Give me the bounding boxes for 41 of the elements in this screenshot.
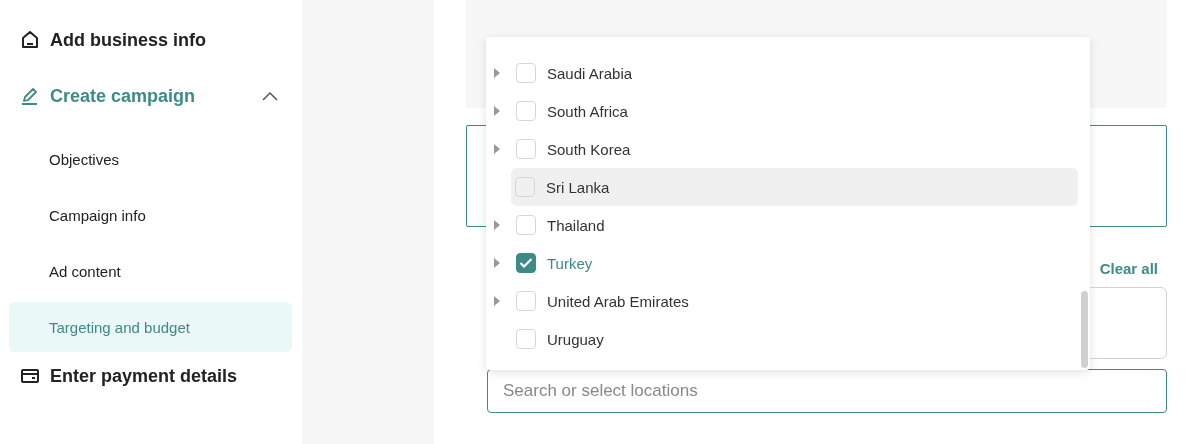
- section-label: Enter payment details: [50, 365, 239, 387]
- sidebar-item[interactable]: Campaign info: [9, 190, 292, 240]
- location-option[interactable]: United Arab Emirates: [490, 282, 1078, 320]
- location-option[interactable]: Saudi Arabia: [490, 54, 1078, 92]
- option-label: Sri Lanka: [546, 178, 610, 196]
- option-label: South Korea: [547, 140, 631, 158]
- sidebar-item[interactable]: Ad content: [9, 246, 292, 296]
- option-label: South Africa: [547, 102, 628, 120]
- option-label: Thailand: [547, 216, 605, 234]
- sidebar-section[interactable]: Create campaign: [9, 76, 292, 116]
- home-icon: [20, 30, 40, 50]
- pencil-icon: [20, 86, 40, 106]
- location-option[interactable]: South Korea: [490, 130, 1078, 168]
- option-label: Turkey: [547, 254, 593, 272]
- check-icon: [519, 257, 533, 269]
- scrollbar[interactable]: [1081, 291, 1088, 368]
- section-label: Create campaign: [50, 85, 197, 107]
- chevron-up-icon: [262, 91, 278, 101]
- option-label: United Arab Emirates: [547, 292, 689, 310]
- location-option[interactable]: South Africa: [490, 92, 1078, 130]
- option-label: Saudi Arabia: [547, 64, 633, 82]
- location-option[interactable]: Turkey: [490, 244, 1078, 282]
- sidebar-section[interactable]: Enter payment details: [9, 356, 292, 396]
- clear-all-link[interactable]: Clear all: [1099, 260, 1158, 277]
- card-icon: [20, 366, 40, 386]
- expand-caret-icon[interactable]: [493, 220, 501, 230]
- sidebar-item[interactable]: Objectives: [9, 134, 292, 184]
- location-option[interactable]: Thailand: [490, 206, 1078, 244]
- location-option[interactable]: Uruguay: [490, 320, 1078, 358]
- expand-caret-icon[interactable]: [493, 68, 501, 78]
- expand-caret-icon[interactable]: [493, 296, 501, 306]
- search-field[interactable]: Search or select locations: [487, 369, 1167, 413]
- section-label: Add business info: [50, 29, 207, 51]
- sidebar-item[interactable]: Targeting and budget: [9, 302, 292, 352]
- option-label: Uruguay: [547, 330, 604, 348]
- location-option[interactable]: Sri Lanka: [511, 168, 1078, 206]
- expand-caret-icon[interactable]: [493, 144, 501, 154]
- expand-caret-icon[interactable]: [493, 106, 501, 116]
- expand-caret-icon[interactable]: [493, 258, 501, 268]
- checkbox[interactable]: [516, 253, 536, 273]
- sidebar-section[interactable]: Add business info: [9, 20, 292, 60]
